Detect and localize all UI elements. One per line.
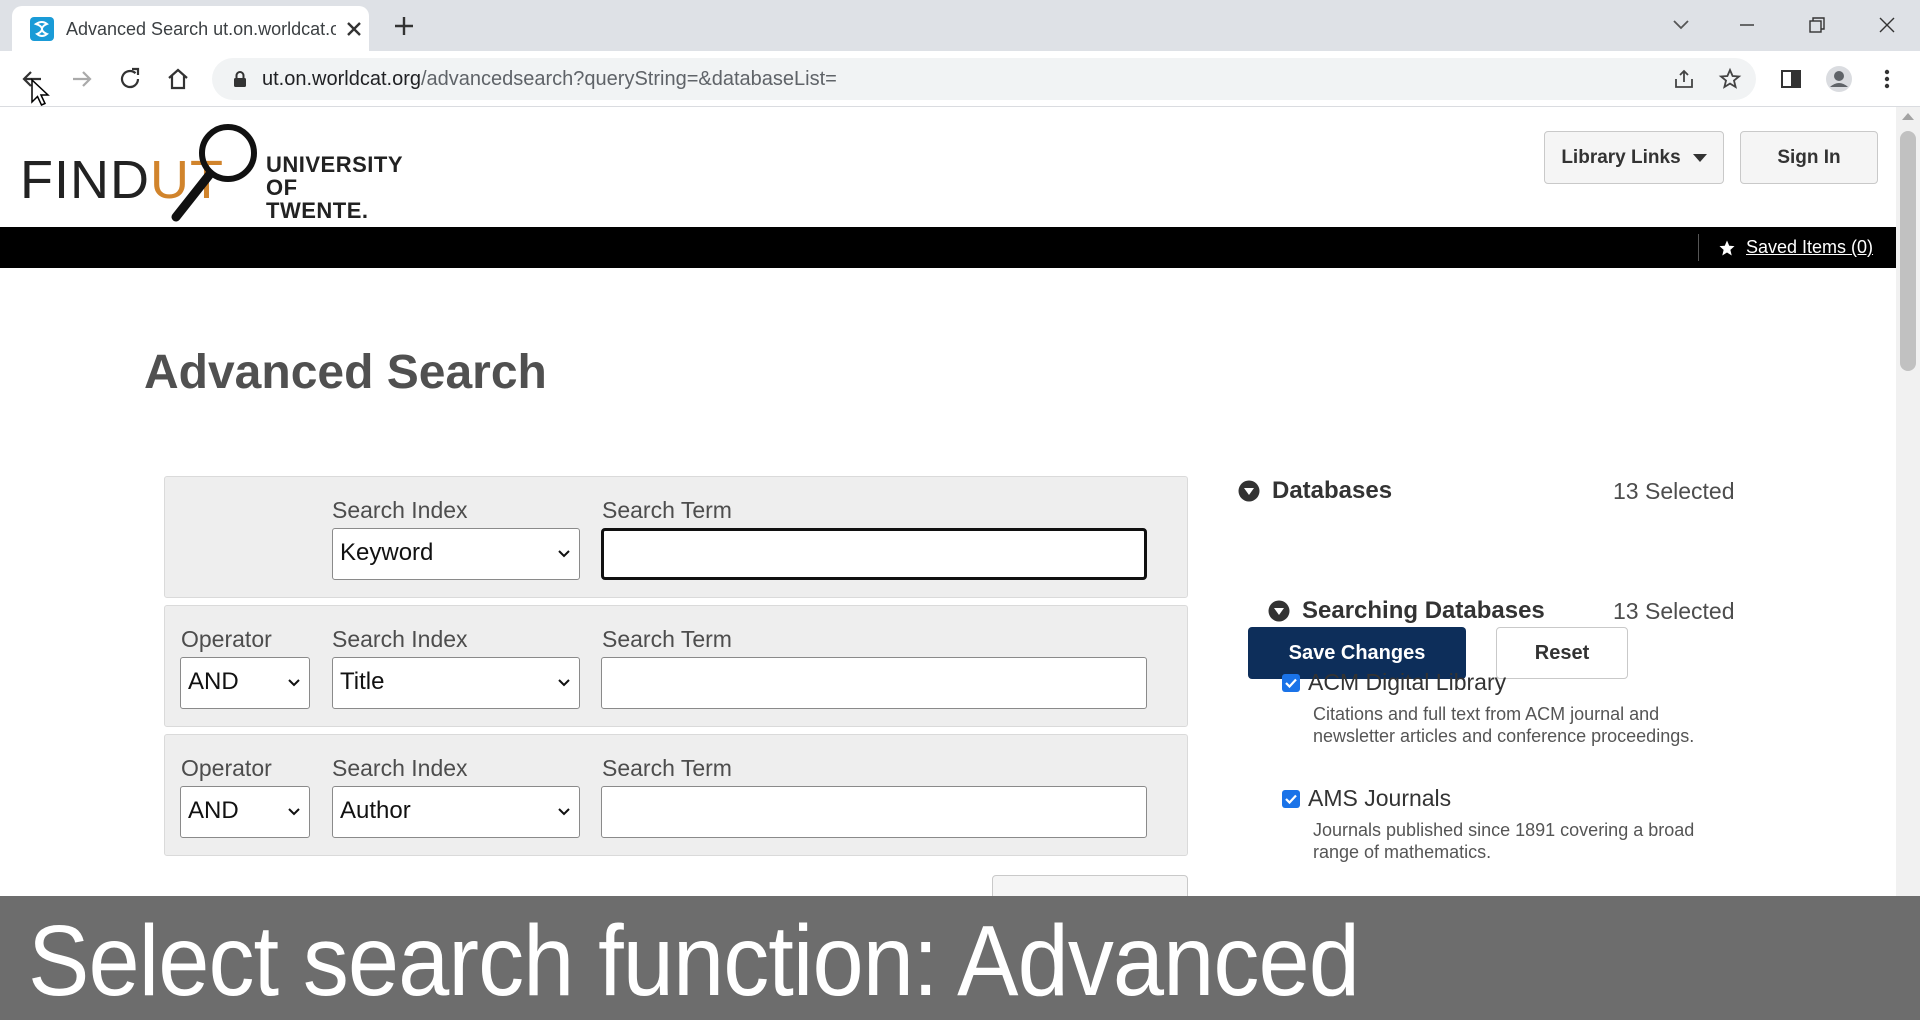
search-index-select-2[interactable]: Title <box>332 657 580 709</box>
database-checkbox[interactable] <box>1282 674 1300 692</box>
chevron-down-icon <box>288 679 300 687</box>
page-scrollbar[interactable] <box>1896 107 1920 897</box>
database-checkbox[interactable] <box>1282 790 1300 808</box>
restore-icon[interactable] <box>1802 10 1832 40</box>
chevron-down-icon <box>558 808 570 816</box>
browser-toolbar: ut.on.worldcat.org/advancedsearch?queryS… <box>0 51 1920 107</box>
searching-selected-count: 13 Selected <box>1613 598 1735 624</box>
worldcat-favicon-icon <box>30 17 54 41</box>
kebab-menu-icon[interactable] <box>1872 64 1902 94</box>
operator-value: AND <box>188 797 239 824</box>
saved-items-label: Saved Items (0) <box>1746 237 1874 257</box>
search-term-input-1[interactable] <box>601 528 1147 580</box>
caption-text: Select search function: Advanced <box>28 905 1360 1017</box>
side-panel-icon[interactable] <box>1776 64 1806 94</box>
scrollbar-thumb[interactable] <box>1900 131 1916 371</box>
operator-value: AND <box>188 668 239 695</box>
search-index-value: Keyword <box>340 539 434 566</box>
collapse-triangle-icon <box>1268 600 1290 622</box>
database-description: Citations and full text from ACM journal… <box>1313 704 1695 746</box>
database-description: Journals published since 1891 covering a… <box>1313 820 1695 862</box>
page-title: Advanced Search <box>144 346 547 399</box>
reload-icon[interactable] <box>114 63 146 95</box>
url-host: ut.on.worldcat.org <box>262 68 421 90</box>
search-index-select-1[interactable]: Keyword <box>332 528 580 580</box>
logo-uni-line2: OF TWENTE. <box>266 175 369 223</box>
search-term-label: Search Term <box>602 755 732 781</box>
share-icon[interactable] <box>1672 67 1696 91</box>
star-icon <box>1719 240 1735 255</box>
logo-uni-line1: UNIVERSITY <box>266 152 404 177</box>
chevron-down-icon <box>558 679 570 687</box>
database-name[interactable]: ACM Digital Library <box>1308 669 1506 696</box>
search-index-value: Author <box>340 797 411 824</box>
searching-databases-toggle[interactable]: Searching Databases <box>1268 597 1545 625</box>
search-index-value: Title <box>340 668 385 695</box>
minimize-icon[interactable] <box>1732 10 1762 40</box>
browser-tabstrip: Advanced Search ut.on.worldcat.org <box>0 0 1920 51</box>
search-index-label: Search Index <box>332 626 468 652</box>
database-item: ACM Digital Library Citations and full t… <box>1282 669 1742 759</box>
database-name[interactable]: AMS Journals <box>1308 785 1451 812</box>
operator-label: Operator <box>181 755 272 781</box>
operator-select-3[interactable]: AND <box>180 786 310 838</box>
searching-databases-heading: Searching Databases <box>1302 597 1545 624</box>
saved-items-link[interactable]: Saved Items (0) <box>1718 237 1873 258</box>
forward-arrow-icon[interactable] <box>66 63 98 95</box>
databases-toggle[interactable]: Databases <box>1238 477 1392 505</box>
magnifying-glass-icon <box>171 124 257 222</box>
url-path: /advancedsearch?queryString=&databaseLis… <box>420 68 837 90</box>
tab-title: Advanced Search ut.on.worldcat.org <box>66 19 336 39</box>
sign-in-label: Sign In <box>1777 146 1841 168</box>
search-term-label: Search Term <box>602 497 732 523</box>
tab-search-chevron-icon[interactable] <box>1666 10 1696 40</box>
operator-select-2[interactable]: AND <box>180 657 310 709</box>
search-term-input-3[interactable] <box>601 786 1147 838</box>
utility-bar: Saved Items (0) <box>0 227 1896 268</box>
operator-label: Operator <box>181 626 272 652</box>
tab-close-icon[interactable] <box>342 17 366 41</box>
caption-banner: Select search function: Advanced <box>0 896 1920 1020</box>
collapse-triangle-icon <box>1238 480 1260 502</box>
database-item: AMS Journals Journals published since 18… <box>1282 785 1742 875</box>
chevron-down-icon <box>288 808 300 816</box>
new-tab-icon[interactable] <box>390 12 418 40</box>
close-window-icon[interactable] <box>1872 10 1902 40</box>
databases-selected-count: 13 Selected <box>1613 478 1735 504</box>
search-index-label: Search Index <box>332 755 468 781</box>
library-links-label: Library Links <box>1561 146 1681 168</box>
profile-avatar-icon[interactable] <box>1824 64 1854 94</box>
utility-divider <box>1698 234 1699 261</box>
library-links-button[interactable]: Library Links <box>1544 131 1724 184</box>
reset-label: Reset <box>1534 641 1590 664</box>
chevron-down-icon <box>558 550 570 558</box>
home-icon[interactable] <box>162 63 194 95</box>
lock-icon[interactable] <box>230 69 250 89</box>
checkmark-icon <box>1285 794 1297 805</box>
bookmark-star-icon[interactable] <box>1718 67 1742 91</box>
scroll-up-arrow-icon[interactable] <box>1902 113 1914 120</box>
mouse-cursor-icon <box>31 78 50 106</box>
sign-in-button[interactable]: Sign In <box>1740 131 1878 184</box>
logo-university: UNIVERSITY OF TWENTE. <box>266 153 403 222</box>
databases-heading: Databases <box>1272 477 1393 504</box>
search-index-select-3[interactable]: Author <box>332 786 580 838</box>
url-text: ut.on.worldcat.org/advancedsearch?queryS… <box>262 68 837 91</box>
add-row-button[interactable] <box>992 875 1188 897</box>
address-bar[interactable]: ut.on.worldcat.org/advancedsearch?queryS… <box>212 58 1756 100</box>
logo-find-text: FIND <box>20 150 150 210</box>
caret-down-icon <box>1692 153 1707 162</box>
search-term-input-2[interactable] <box>601 657 1147 709</box>
findut-logo[interactable]: FINDUT UNIVERSITY OF TWENTE. <box>20 115 403 225</box>
browser-tab[interactable]: Advanced Search ut.on.worldcat.org <box>12 6 369 51</box>
checkmark-icon <box>1285 678 1297 689</box>
search-index-label: Search Index <box>332 497 468 523</box>
page-content: FINDUT UNIVERSITY OF TWENTE. Library Lin… <box>0 107 1896 897</box>
save-changes-label: Save Changes <box>1288 641 1426 664</box>
search-term-label: Search Term <box>602 626 732 652</box>
